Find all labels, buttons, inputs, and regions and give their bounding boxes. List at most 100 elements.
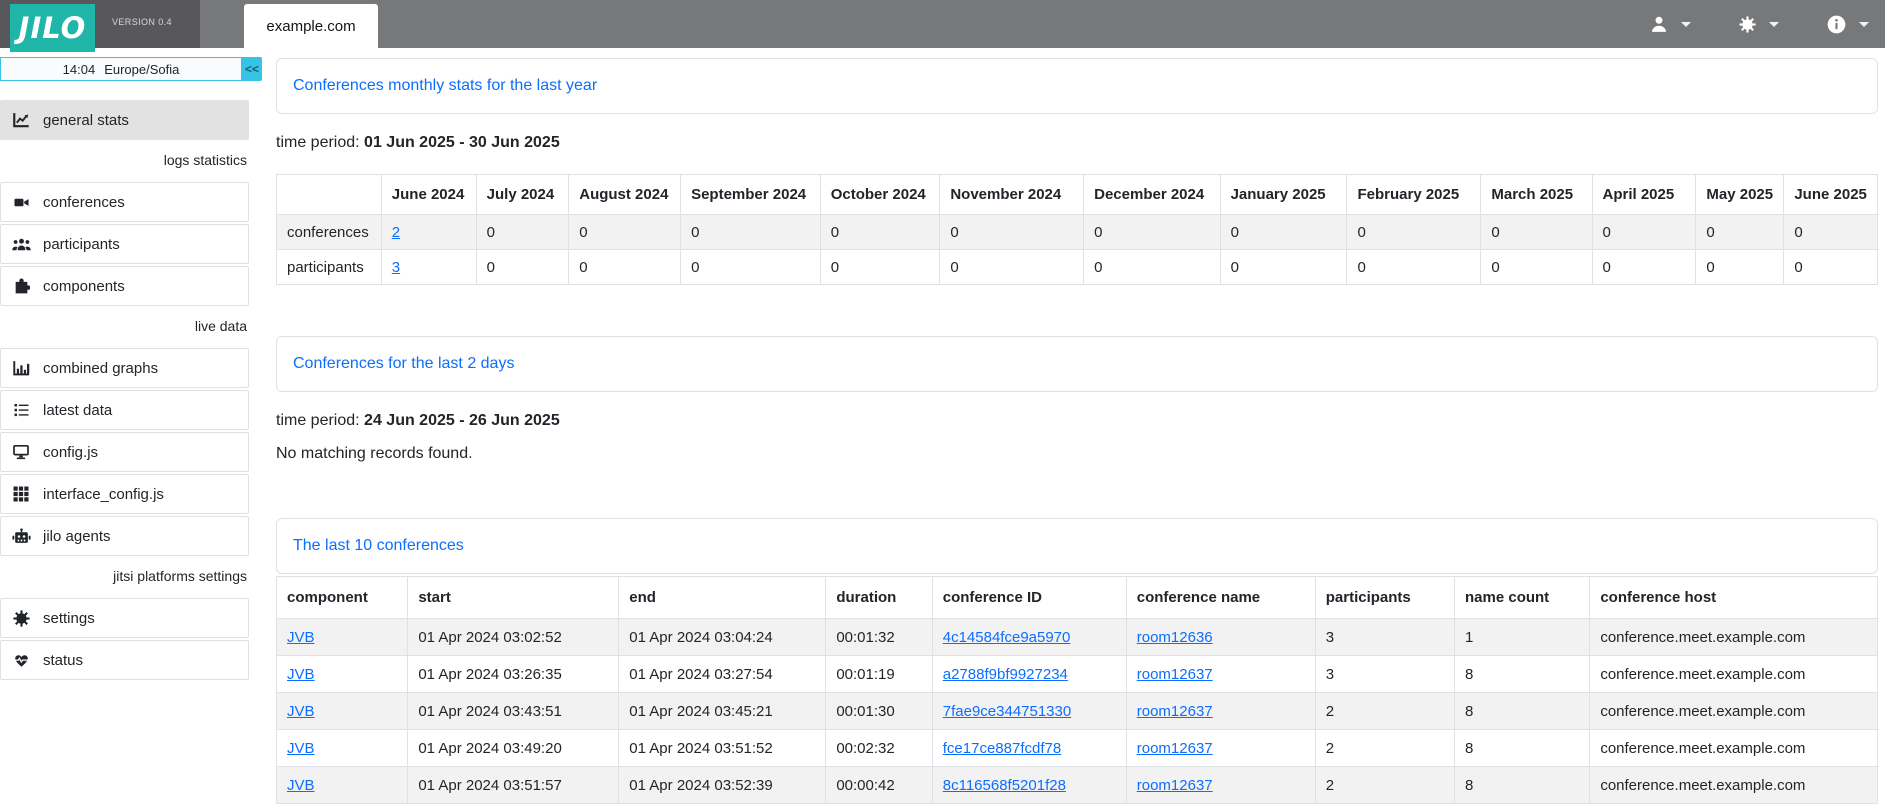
column-header: conference ID xyxy=(932,577,1126,619)
info-menu[interactable] xyxy=(1827,15,1869,34)
table-cell: JVB xyxy=(277,656,408,693)
table-cell: 0 xyxy=(569,215,681,250)
table-cell: 0 xyxy=(681,250,821,285)
conference-id-link[interactable]: 7fae9ce344751330 xyxy=(943,703,1071,720)
table-cell: 0 xyxy=(1220,215,1347,250)
sidebar-item-conferences[interactable]: conferences xyxy=(0,182,249,222)
table-cell: 8c116568f5201f28 xyxy=(932,767,1126,804)
column-header: conference host xyxy=(1590,577,1878,619)
last2days-time-period: time period: 24 Jun 2025 - 26 Jun 2025 xyxy=(276,412,1878,430)
column-header xyxy=(277,175,382,215)
logo-text: JILO xyxy=(19,11,87,45)
table-cell: 00:01:19 xyxy=(826,656,932,693)
monthly-time-period: time period: 01 Jun 2025 - 30 Jun 2025 xyxy=(276,134,1878,152)
component-link[interactable]: JVB xyxy=(287,703,315,720)
last10-conferences-table: componentstartenddurationconference IDco… xyxy=(276,576,1878,804)
table-cell: 2 xyxy=(1315,730,1454,767)
table-cell: 0 xyxy=(1347,215,1481,250)
sidebar-item-label: settings xyxy=(43,610,95,627)
grid-icon xyxy=(11,486,31,502)
table-cell: 8 xyxy=(1455,767,1590,804)
sidebar-collapse-button[interactable]: << xyxy=(242,57,262,81)
table-cell: 8 xyxy=(1455,656,1590,693)
sidebar-item-settings[interactable]: settings xyxy=(0,598,249,638)
column-header: August 2024 xyxy=(569,175,681,215)
table-cell: JVB xyxy=(277,767,408,804)
conference-id-link[interactable]: fce17ce887fcdf78 xyxy=(943,740,1061,757)
component-link[interactable]: JVB xyxy=(287,740,315,757)
table-cell: room12637 xyxy=(1126,730,1315,767)
sidebar-item-combined-graphs[interactable]: combined graphs xyxy=(0,348,249,388)
sidebar-item-label: status xyxy=(43,652,83,669)
table-cell: 0 xyxy=(1481,215,1592,250)
sidebar-item-components[interactable]: components xyxy=(0,266,249,306)
last10-title: The last 10 conferences xyxy=(293,537,464,554)
last2days-card-header: Conferences for the last 2 days xyxy=(276,336,1878,392)
sidebar-section-live-data: live data xyxy=(0,318,249,334)
sidebar-item-general-stats[interactable]: general stats xyxy=(0,100,249,140)
header-row: componentstartenddurationconference IDco… xyxy=(277,577,1878,619)
table-cell: 2 xyxy=(1315,693,1454,730)
sidebar-item-label: combined graphs xyxy=(43,360,158,377)
tab-example-com[interactable]: example.com xyxy=(244,4,378,48)
sidebar-item-participants[interactable]: participants xyxy=(0,224,249,264)
gear-menu[interactable] xyxy=(1739,16,1779,33)
caret-down-icon xyxy=(1859,22,1869,27)
table-cell: 01 Apr 2024 03:49:20 xyxy=(408,730,619,767)
time-period-label: time period: xyxy=(276,134,360,151)
sidebar-item-label: latest data xyxy=(43,402,112,419)
table-cell: 01 Apr 2024 03:26:35 xyxy=(408,656,619,693)
header-row: June 2024July 2024August 2024September 2… xyxy=(277,175,1878,215)
table-cell: room12637 xyxy=(1126,693,1315,730)
component-link[interactable]: JVB xyxy=(287,666,315,683)
sidebar-item-config-js[interactable]: config.js xyxy=(0,432,249,472)
monthly-stats-card-header: Conferences monthly stats for the last y… xyxy=(276,58,1878,114)
table-cell: 0 xyxy=(1481,250,1592,285)
table-cell: 0 xyxy=(569,250,681,285)
list-icon xyxy=(11,402,31,418)
conference-name-link[interactable]: room12637 xyxy=(1137,666,1213,683)
conference-name-link[interactable]: room12636 xyxy=(1137,629,1213,646)
sidebar-item-interface-config-js[interactable]: interface_config.js xyxy=(0,474,249,514)
monthly-count-link[interactable]: 3 xyxy=(392,259,400,276)
table-cell: 0 xyxy=(1784,250,1878,285)
table-cell: 00:00:42 xyxy=(826,767,932,804)
component-link[interactable]: JVB xyxy=(287,629,315,646)
tab-label: example.com xyxy=(266,18,355,35)
chart-column-icon xyxy=(11,360,31,377)
component-link[interactable]: JVB xyxy=(287,777,315,794)
last2days-title: Conferences for the last 2 days xyxy=(293,355,514,372)
table-cell: 0 xyxy=(681,215,821,250)
table-cell: 1 xyxy=(1455,619,1590,656)
app-logo: JILO xyxy=(10,4,95,52)
clock-time: 14:04 xyxy=(63,62,96,77)
conference-id-link[interactable]: 4c14584fce9a5970 xyxy=(943,629,1071,646)
sidebar-item-latest-data[interactable]: latest data xyxy=(0,390,249,430)
topbar-menus xyxy=(1650,0,1885,48)
puzzle-piece-icon xyxy=(11,278,31,295)
sidebar-item-status[interactable]: status xyxy=(0,640,249,680)
table-cell: a2788f9bf9927234 xyxy=(932,656,1126,693)
conference-name-link[interactable]: room12637 xyxy=(1137,777,1213,794)
sidebar-item-jilo-agents[interactable]: jilo agents xyxy=(0,516,249,556)
conference-id-link[interactable]: a2788f9bf9927234 xyxy=(943,666,1068,683)
column-header: June 2024 xyxy=(381,175,476,215)
conference-id-link[interactable]: 8c116568f5201f28 xyxy=(943,777,1066,794)
conference-name-link[interactable]: room12637 xyxy=(1137,740,1213,757)
table-cell: 0 xyxy=(476,215,569,250)
table-cell: conference.meet.example.com xyxy=(1590,693,1878,730)
table-cell: 00:01:30 xyxy=(826,693,932,730)
desktop-icon xyxy=(11,444,31,460)
table-cell: conference.meet.example.com xyxy=(1590,619,1878,656)
table-cell: conferences xyxy=(277,215,382,250)
clock-widget: 14:04 Europe/Sofia xyxy=(0,57,242,81)
monthly-count-link[interactable]: 2 xyxy=(392,224,400,241)
user-menu[interactable] xyxy=(1650,15,1691,33)
table-cell: 3 xyxy=(381,250,476,285)
column-header: February 2025 xyxy=(1347,175,1481,215)
column-header: July 2024 xyxy=(476,175,569,215)
caret-down-icon xyxy=(1681,22,1691,27)
table-cell: 8 xyxy=(1455,730,1590,767)
conference-name-link[interactable]: room12637 xyxy=(1137,703,1213,720)
main-content: Conferences monthly stats for the last y… xyxy=(262,48,1885,804)
